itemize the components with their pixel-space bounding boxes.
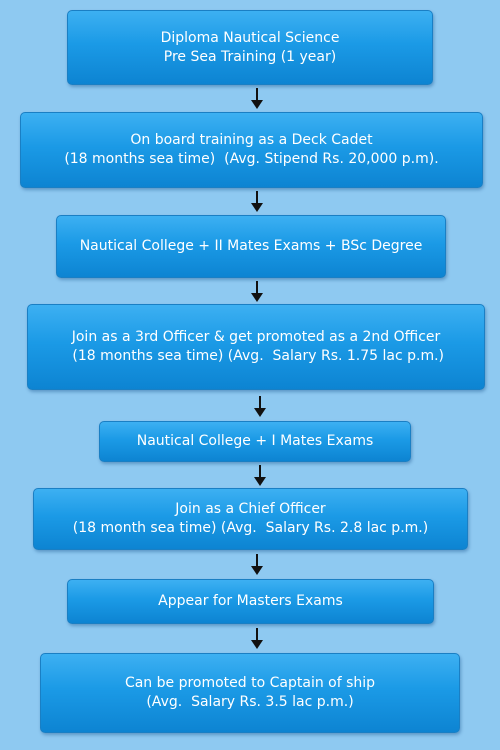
step-captain-box: Can be promoted to Captain of ship (Avg.… xyxy=(40,653,460,733)
step-captain-line2: (Avg. Salary Rs. 3.5 lac p.m.) xyxy=(146,694,354,710)
step-diploma-box: Diploma Nautical Science Pre Sea Trainin… xyxy=(67,10,433,85)
step-masters-exams-line1: Appear for Masters Exams xyxy=(158,593,343,609)
step-third-officer-line2: (18 months sea time) (Avg. Salary Rs. 1.… xyxy=(67,348,445,364)
step-chief-officer-line1: Join as a Chief Officer xyxy=(175,501,326,517)
step-second-mates-box: Nautical College + II Mates Exams + BSc … xyxy=(56,215,446,278)
step-second-mates-line1: Nautical College + II Mates Exams + BSc … xyxy=(79,238,423,254)
step-third-officer-box: Join as a 3rd Officer & get promoted as … xyxy=(27,304,485,390)
step-diploma-line1: Diploma Nautical Science xyxy=(160,29,340,46)
step-masters-exams-box: Appear for Masters Exams xyxy=(67,579,434,624)
down-arrow-icon xyxy=(251,191,263,213)
step-diploma-line2: Pre Sea Training (1 year) xyxy=(163,48,337,65)
down-arrow-icon xyxy=(251,281,263,303)
step-captain-line1: Can be promoted to Captain of ship xyxy=(124,675,376,691)
down-arrow-icon xyxy=(254,396,266,418)
step-chief-officer-line2: (18 month sea time) (Avg. Salary Rs. 2.8… xyxy=(72,520,429,536)
step-first-mates-line1: Nautical College + I Mates Exams xyxy=(136,433,374,449)
step-third-officer-line1: Join as a 3rd Officer & get promoted as … xyxy=(71,329,441,345)
step-deck-cadet-line1: On board training as a Deck Cadet xyxy=(130,132,373,148)
down-arrow-icon xyxy=(251,554,263,576)
step-first-mates-box: Nautical College + I Mates Exams xyxy=(99,421,411,462)
step-deck-cadet-line2: (18 months sea time) (Avg. Stipend Rs. 2… xyxy=(64,151,439,167)
down-arrow-icon xyxy=(254,465,266,487)
step-chief-officer-box: Join as a Chief Officer (18 month sea ti… xyxy=(33,488,468,550)
down-arrow-icon xyxy=(251,628,263,650)
down-arrow-icon xyxy=(251,88,263,110)
step-deck-cadet-box: On board training as a Deck Cadet (18 mo… xyxy=(20,112,483,188)
